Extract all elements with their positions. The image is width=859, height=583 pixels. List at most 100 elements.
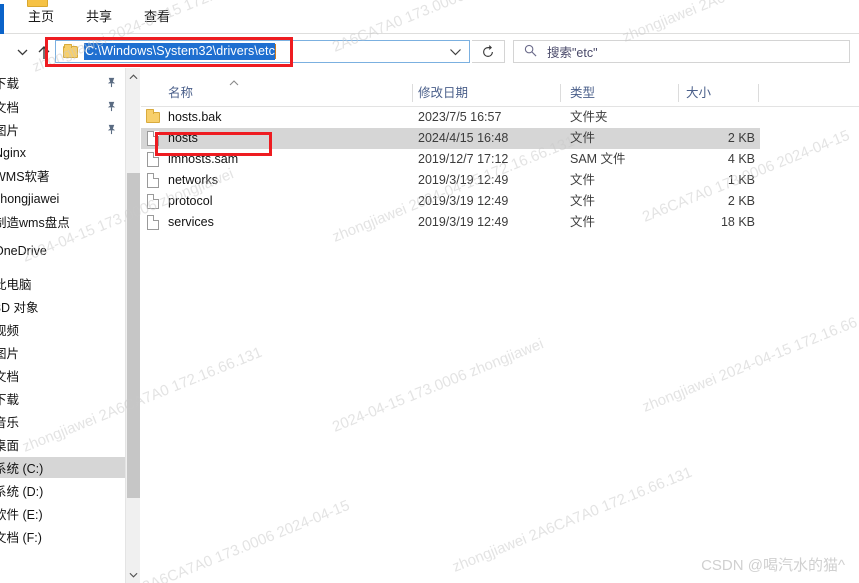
address-path-text[interactable]: C:\Windows\System32\drivers\etc <box>84 43 275 60</box>
sidebar-item-drive-d[interactable]: 系统 (D:) <box>0 480 125 501</box>
sidebar-item-drive-f[interactable]: 文档 (F:) <box>0 526 125 547</box>
file-icon <box>147 131 159 146</box>
recent-locations-button[interactable] <box>12 42 32 62</box>
file-icon <box>147 215 159 230</box>
file-type: 文件 <box>570 173 596 187</box>
column-headers: 名称 修改日期 类型 大小 <box>141 80 859 107</box>
refresh-button[interactable] <box>472 40 505 63</box>
ribbon-tabs: 主页 共享 查看 <box>12 0 186 34</box>
file-name: hosts.bak <box>168 110 222 124</box>
sidebar-item-documents[interactable]: 文档 <box>0 365 125 386</box>
chevron-up-icon <box>129 73 138 79</box>
file-type: 文件夹 <box>570 110 608 124</box>
file-size: 4 KB <box>727 152 755 166</box>
arrow-up-icon <box>38 45 50 59</box>
folder-icon <box>63 43 78 58</box>
address-bar[interactable]: C:\Windows\System32\drivers\etc <box>55 40 470 63</box>
sidebar-item-label: Nginx <box>0 145 26 160</box>
scroll-up-button[interactable] <box>126 68 141 85</box>
navigation-pane[interactable]: 下载 文档 图片 Nginx WMS软著 zhongjiawei 制造wms盘点… <box>0 68 125 583</box>
column-header-name[interactable]: 名称 <box>168 80 193 106</box>
table-row[interactable]: hosts 2024/4/15 16:48 文件 2 KB <box>141 128 760 149</box>
sidebar-item-documents-quick[interactable]: 文档 <box>0 96 125 117</box>
file-type: 文件 <box>570 194 596 208</box>
file-size: 2 KB <box>727 194 755 208</box>
column-header-type[interactable]: 类型 <box>570 80 595 106</box>
file-date-modified: 2019/12/7 17:12 <box>418 152 509 166</box>
navigation-pane-scrollbar[interactable] <box>125 68 140 583</box>
refresh-icon <box>483 44 493 57</box>
sidebar-item-drive-c[interactable]: 系统 (C:) <box>0 457 125 478</box>
table-row[interactable]: hosts.bak 2023/7/5 16:57 文件夹 <box>141 107 859 128</box>
table-row[interactable]: networks 2019/3/19 12:49 文件 1 KB <box>141 170 859 191</box>
column-separator[interactable] <box>758 84 759 102</box>
pin-icon <box>106 124 117 135</box>
sidebar-item-wms-software[interactable]: WMS软著 <box>0 165 125 186</box>
sidebar-item-label: 系统 (D:) <box>0 485 44 499</box>
sidebar-item-downloads-quick[interactable]: 下载 <box>0 72 125 93</box>
sidebar-item-label: 文档 <box>0 370 20 384</box>
sidebar-item-zhongjiawei[interactable]: zhongjiawei <box>0 188 125 209</box>
sidebar-item-label: 制造wms盘点 <box>0 216 70 230</box>
file-type: 文件 <box>570 131 596 145</box>
sidebar-item-label: OneDrive <box>0 243 47 258</box>
file-name: protocol <box>168 194 213 208</box>
tab-share[interactable]: 共享 <box>70 0 128 34</box>
sidebar-item-wms-inventory[interactable]: 制造wms盘点 <box>0 211 125 232</box>
file-size: 1 KB <box>727 173 755 187</box>
ribbon-bar: 主页 共享 查看 <box>0 0 859 34</box>
search-placeholder: 搜索"etc" <box>547 46 598 60</box>
sidebar-item-label: 系统 (C:) <box>0 462 44 476</box>
search-box[interactable]: 搜索"etc" <box>513 40 850 63</box>
file-icon <box>147 173 159 188</box>
column-separator[interactable] <box>678 84 679 102</box>
sidebar-item-desktop[interactable]: 桌面 <box>0 434 125 455</box>
sidebar-item-videos[interactable]: 视频 <box>0 319 125 340</box>
sidebar-item-label: 音乐 <box>0 416 20 430</box>
sidebar-item-label: 此电脑 <box>0 278 32 292</box>
chevron-down-icon <box>129 572 138 578</box>
file-icon <box>147 194 159 209</box>
scrollbar-thumb[interactable] <box>127 173 140 498</box>
sidebar-item-drive-e[interactable]: 软件 (E:) <box>0 503 125 524</box>
search-icon <box>524 44 537 60</box>
sidebar-item-label: 文档 (F:) <box>0 531 42 545</box>
table-row[interactable]: protocol 2019/3/19 12:49 文件 2 KB <box>141 191 859 212</box>
sidebar-item-label: 软件 (E:) <box>0 508 43 522</box>
sidebar-item-label: zhongjiawei <box>0 191 60 206</box>
sidebar-item-label: 文档 <box>0 101 20 115</box>
sidebar-item-label: 下载 <box>0 393 20 407</box>
sidebar-item-music[interactable]: 音乐 <box>0 411 125 432</box>
address-dropdown-button[interactable] <box>449 45 463 59</box>
scroll-down-button[interactable] <box>126 566 141 583</box>
pin-icon <box>106 101 117 112</box>
file-date-modified: 2019/3/19 12:49 <box>418 215 509 229</box>
file-list-pane[interactable]: 名称 修改日期 类型 大小 hosts.bak 2023/7/5 16:57 文… <box>141 68 859 583</box>
sidebar-item-pictures-quick[interactable]: 图片 <box>0 119 125 140</box>
up-one-level-button[interactable] <box>34 42 54 62</box>
file-date-modified: 2023/7/5 16:57 <box>418 110 502 124</box>
file-name: lmhosts.sam <box>168 152 239 166</box>
column-separator[interactable] <box>412 84 413 102</box>
sidebar-item-this-pc[interactable]: 此电脑 <box>0 273 125 294</box>
sidebar-item-downloads[interactable]: 下载 <box>0 388 125 409</box>
column-header-date-modified[interactable]: 修改日期 <box>418 80 468 106</box>
navigation-bar: C:\Windows\System32\drivers\etc 搜索"etc" <box>0 34 859 68</box>
file-name: hosts <box>168 131 198 145</box>
sidebar-item-label: 图片 <box>0 347 20 361</box>
column-header-size[interactable]: 大小 <box>686 80 711 106</box>
table-row[interactable]: services 2019/3/19 12:49 文件 18 KB <box>141 212 859 233</box>
folder-icon <box>146 109 160 123</box>
sidebar-item-nginx[interactable]: Nginx <box>0 142 125 163</box>
sidebar-item-3d-objects[interactable]: 3D 对象 <box>0 296 125 317</box>
sidebar-item-pictures[interactable]: 图片 <box>0 342 125 363</box>
sidebar-item-label: WMS软著 <box>0 170 50 184</box>
tab-view[interactable]: 查看 <box>128 0 186 34</box>
table-row[interactable]: lmhosts.sam 2019/12/7 17:12 SAM 文件 4 KB <box>141 149 859 170</box>
column-separator[interactable] <box>560 84 561 102</box>
file-type: 文件 <box>570 215 596 229</box>
sidebar-item-onedrive[interactable]: OneDrive <box>0 240 125 261</box>
tab-home[interactable]: 主页 <box>12 0 70 34</box>
text-caret <box>274 44 276 59</box>
sidebar-item-label: 桌面 <box>0 439 20 453</box>
